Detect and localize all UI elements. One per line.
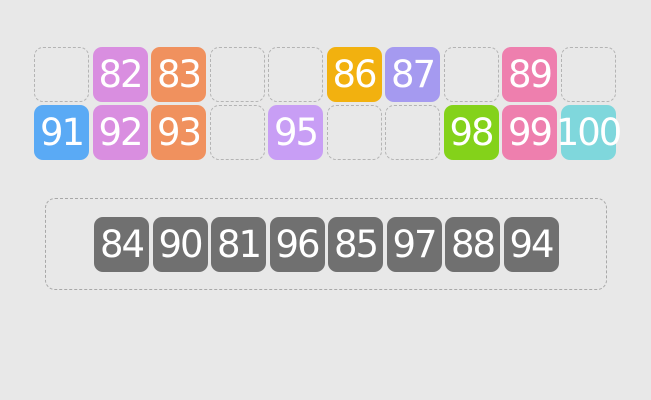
board-slot-r2-c5[interactable]: 95 (268, 105, 323, 160)
board-slot-r2-c10[interactable]: 100 (556, 105, 622, 160)
board-slot-r2-c2[interactable]: 92 (92, 105, 148, 160)
tray-tile[interactable]: 88 (445, 216, 500, 272)
tray-tile[interactable]: 94 (503, 216, 559, 272)
board-slot-r2-c3[interactable]: 93 (151, 105, 206, 160)
board-slot-r2-c7[interactable] (385, 105, 440, 160)
board-slot-r1-c5[interactable] (268, 47, 323, 102)
board-slot-r2-c9[interactable]: 99 (502, 105, 557, 160)
tray-tile[interactable]: 90 (152, 216, 208, 272)
board-slot-r1-c1[interactable] (34, 47, 89, 102)
board-slot-r1-c2[interactable]: 82 (92, 47, 148, 102)
tray-tile[interactable]: 96 (269, 216, 325, 272)
tray-tile[interactable]: 97 (386, 216, 442, 272)
board-slot-r2-c6[interactable] (326, 105, 382, 160)
board-slot-r2-c8[interactable]: 98 (443, 105, 499, 160)
board-slot-r2-c1[interactable]: 91 (34, 105, 89, 160)
tray-tile[interactable]: 81 (211, 216, 266, 272)
board-slot-r1-c7[interactable]: 87 (385, 47, 440, 102)
board-slot-r1-c6[interactable]: 86 (326, 47, 382, 102)
board-slot-r2-c4[interactable] (209, 105, 265, 160)
board-slot-r1-c8[interactable] (443, 47, 499, 102)
tile-tray[interactable]: 84 90 81 96 85 97 88 94 (45, 198, 607, 290)
board-slot-r1-c9[interactable]: 89 (502, 47, 557, 102)
board-slot-r1-c3[interactable]: 83 (151, 47, 206, 102)
tray-tile[interactable]: 84 (94, 216, 149, 272)
number-board: 82 83 86 87 89 91 92 93 95 98 99 100 (34, 47, 622, 160)
board-slot-r1-c10[interactable] (560, 47, 616, 102)
tray-tile[interactable]: 85 (328, 216, 383, 272)
board-slot-r1-c4[interactable] (209, 47, 265, 102)
